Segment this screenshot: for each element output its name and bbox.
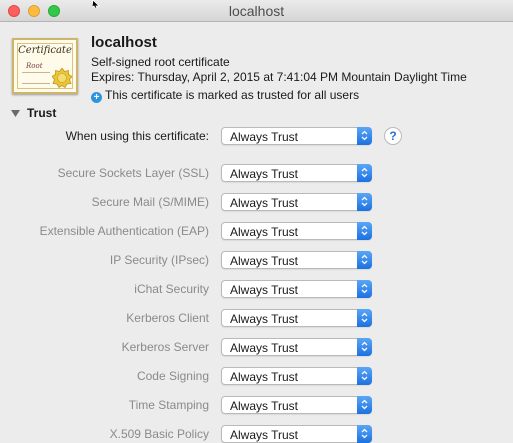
when-using-value: Always Trust [230, 130, 299, 144]
trust-status-text: This certificate is marked as trusted fo… [105, 88, 360, 102]
trust-row-label-code-signing: Code Signing [136, 369, 209, 383]
trust-popup-value: Always Trust [230, 283, 299, 297]
trust-popup-value: Always Trust [230, 341, 299, 355]
when-using-popup[interactable]: Always Trust [221, 127, 372, 145]
trust-popup-value: Always Trust [230, 167, 299, 181]
popup-arrows-icon [357, 338, 372, 356]
popup-arrows-icon [357, 367, 372, 385]
mouse-pointer-icon [92, 0, 100, 8]
popup-arrows-icon [357, 222, 372, 240]
trust-popup-ipsec[interactable]: Always Trust [221, 251, 372, 269]
trust-popup-value: Always Trust [230, 225, 299, 239]
trust-row-label-kerberos-server: Kerberos Server [121, 340, 209, 354]
trust-row-label-time-stamping: Time Stamping [128, 398, 209, 412]
trust-popup-code-signing[interactable]: Always Trust [221, 367, 372, 385]
trust-popup-value: Always Trust [230, 370, 299, 384]
window-title: localhost [228, 3, 285, 19]
popup-arrows-icon [357, 193, 372, 211]
window-titlebar[interactable]: localhost [0, 0, 513, 22]
trust-popup-smime[interactable]: Always Trust [221, 193, 372, 211]
certificate-icon-subtitle: Root [26, 62, 43, 70]
trust-row-label-eap: Extensible Authentication (EAP) [39, 224, 209, 238]
certificate-name: localhost [91, 34, 157, 51]
trust-popup-kerberos-server[interactable]: Always Trust [221, 338, 372, 356]
trust-row-label-x509: X.509 Basic Policy [109, 427, 209, 441]
seal-icon [52, 68, 72, 88]
popup-arrows-icon [357, 425, 372, 443]
trust-popup-value: Always Trust [230, 428, 299, 442]
certificate-kind: Self-signed root certificate [91, 55, 230, 69]
certificate-panel: Certificate Root localhost Self-signed r… [0, 22, 513, 443]
popup-arrows-icon [357, 127, 372, 145]
certificate-icon-title: Certificate [18, 45, 72, 56]
certificate-icon: Certificate Root [12, 38, 78, 94]
trust-popup-value: Always Trust [230, 312, 299, 326]
popup-arrows-icon [357, 309, 372, 327]
disclosure-triangle-icon[interactable] [11, 110, 20, 118]
popup-arrows-icon [357, 164, 372, 182]
when-using-label: When using this certificate: [65, 129, 209, 143]
trust-row-label-ichat: iChat Security [134, 282, 209, 296]
trust-row-label-ipsec: IP Security (IPsec) [109, 253, 209, 267]
trust-popup-eap[interactable]: Always Trust [221, 222, 372, 240]
trust-popup-time-stamping[interactable]: Always Trust [221, 396, 372, 414]
trust-popup-value: Always Trust [230, 399, 299, 413]
trust-popup-ichat[interactable]: Always Trust [221, 280, 372, 298]
trust-popup-ssl[interactable]: Always Trust [221, 164, 372, 182]
help-button[interactable]: ? [384, 127, 402, 145]
trust-section-label[interactable]: Trust [27, 106, 56, 120]
trust-popup-value: Always Trust [230, 254, 299, 268]
plus-circle-icon: + [91, 92, 102, 103]
trust-row-label-ssl: Secure Sockets Layer (SSL) [57, 166, 209, 180]
trust-row-label-smime: Secure Mail (S/MIME) [91, 195, 209, 209]
certificate-expiry: Expires: Thursday, April 2, 2015 at 7:41… [91, 70, 467, 84]
trust-popup-kerberos-client[interactable]: Always Trust [221, 309, 372, 327]
trust-popup-x509[interactable]: Always Trust [221, 425, 372, 443]
popup-arrows-icon [357, 251, 372, 269]
trust-popup-value: Always Trust [230, 196, 299, 210]
trust-row-label-kerberos-client: Kerberos Client [126, 311, 209, 325]
popup-arrows-icon [357, 280, 372, 298]
popup-arrows-icon [357, 396, 372, 414]
trust-status: + This certificate is marked as trusted f… [91, 88, 359, 103]
